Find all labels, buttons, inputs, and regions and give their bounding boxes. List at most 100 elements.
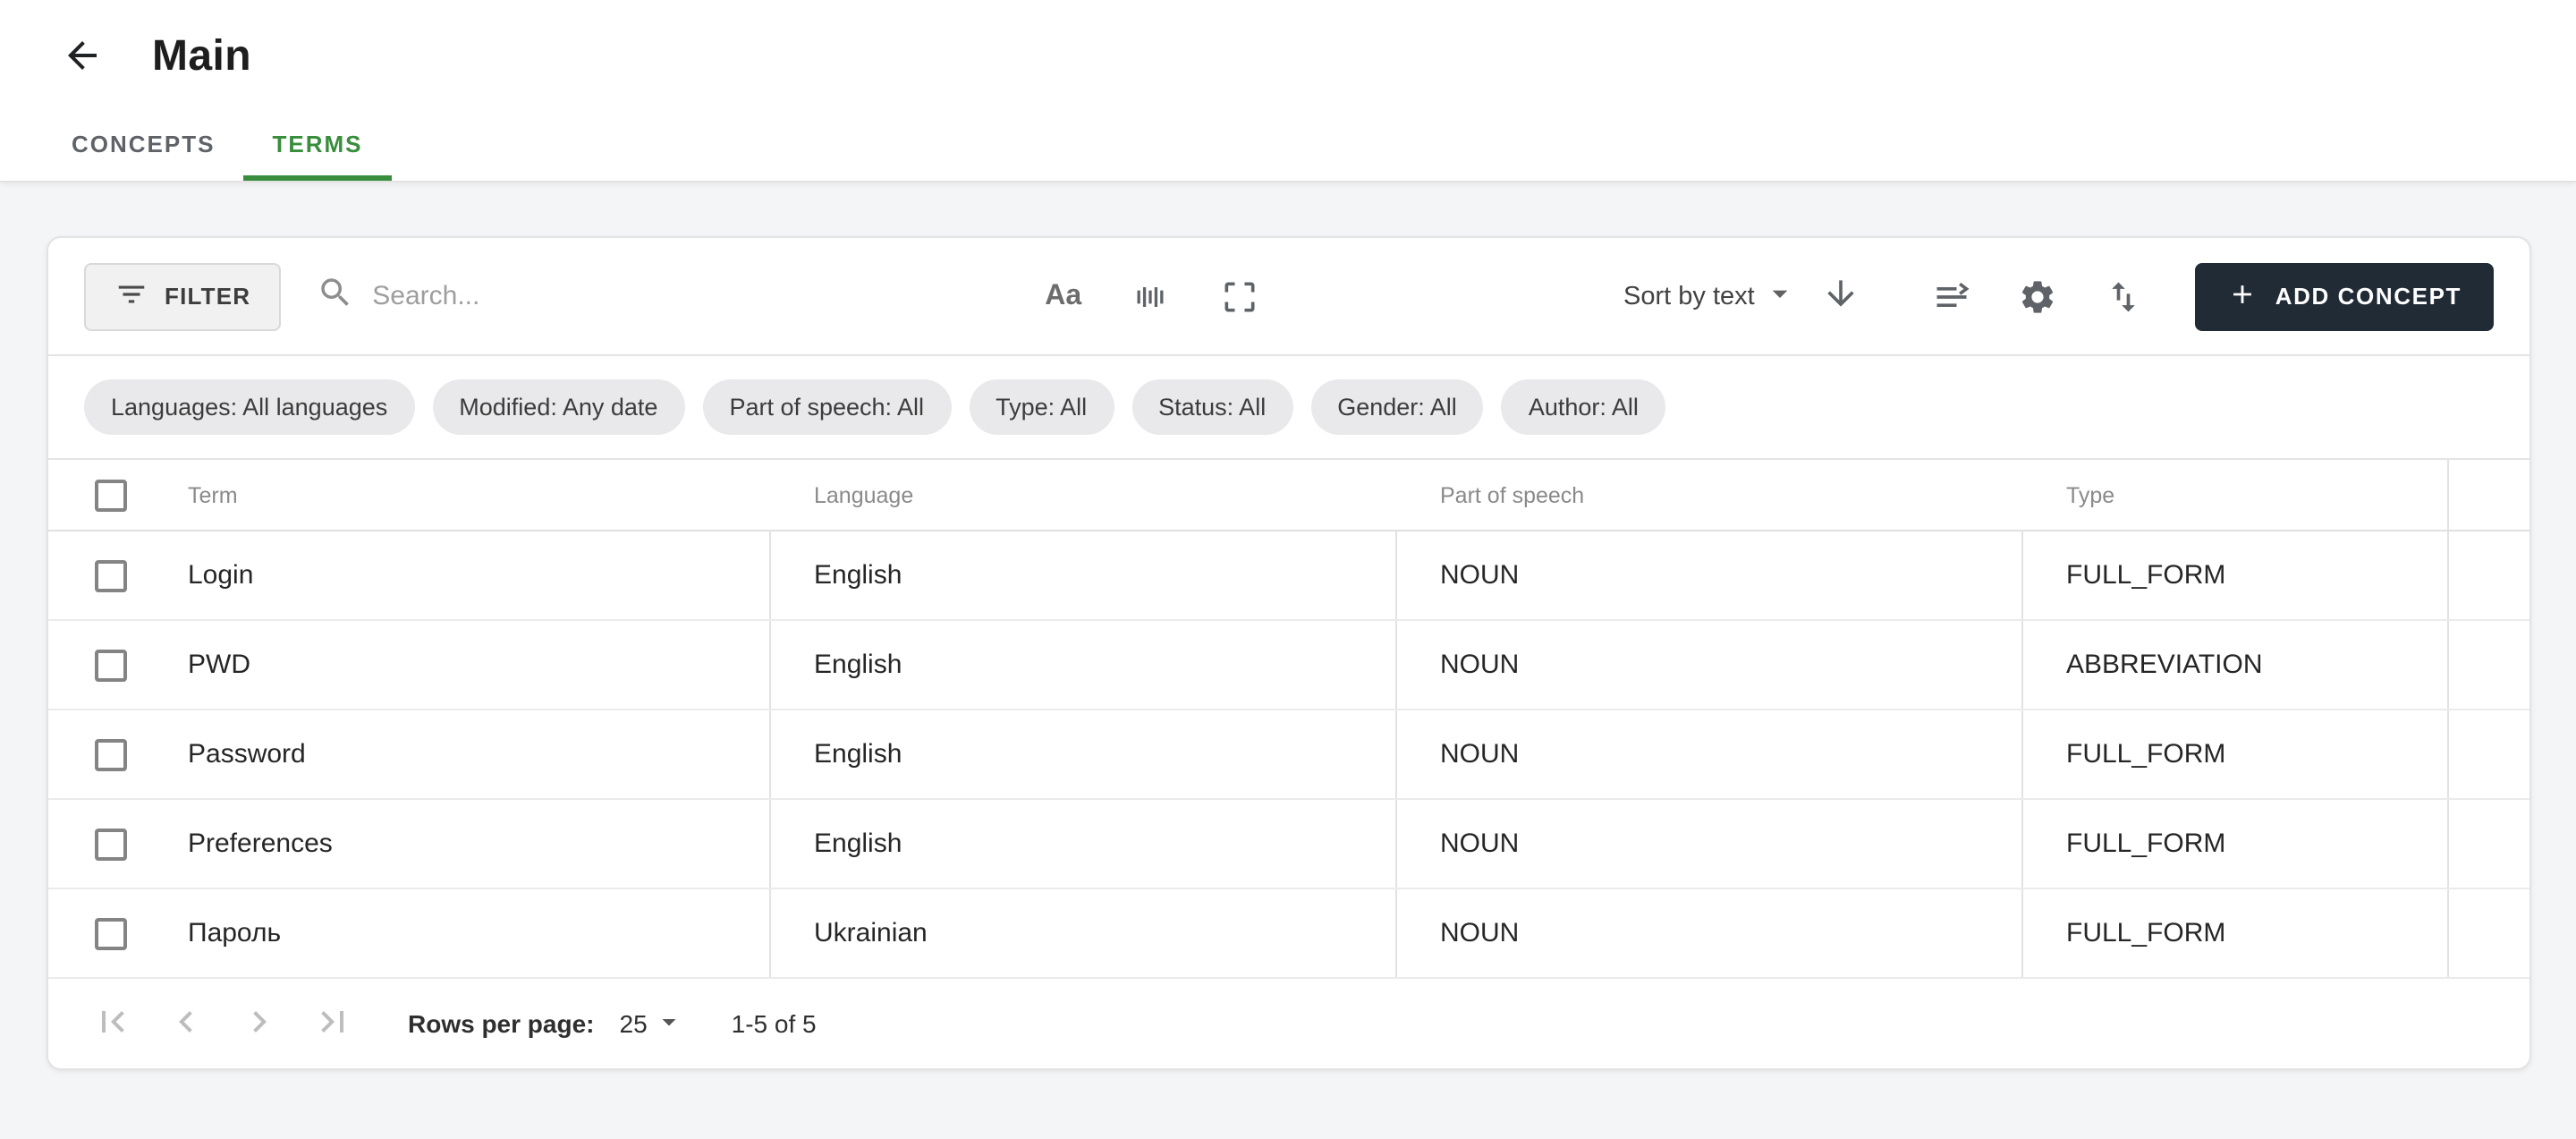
chevron-right-icon: [238, 999, 281, 1048]
table-row[interactable]: ПарольUkrainianNOUNFULL_FORM: [48, 889, 2529, 979]
cell-empty: [2449, 889, 2529, 977]
cell-type: FULL_FORM: [2023, 710, 2449, 798]
tab-bar: CONCEPTS TERMS: [43, 111, 2576, 181]
header-cell-language: Language: [771, 460, 1397, 530]
cell-language: English: [771, 710, 1397, 798]
filter-chip[interactable]: Status: All: [1131, 379, 1292, 435]
cell-language: English: [771, 800, 1397, 888]
column-header: Term: [188, 482, 238, 507]
cell-term: Login: [48, 531, 771, 619]
add-concept-button[interactable]: ADD CONCEPT: [2195, 262, 2494, 330]
table-row[interactable]: LoginEnglishNOUNFULL_FORM: [48, 531, 2529, 621]
cell-language: English: [771, 621, 1397, 709]
row-checkbox[interactable]: [95, 917, 127, 949]
last-page-button[interactable]: [311, 1002, 354, 1045]
cell-type: ABBREVIATION: [2023, 621, 2449, 709]
cell-empty: [2449, 800, 2529, 888]
table-row[interactable]: PWDEnglishNOUNABBREVIATION: [48, 621, 2529, 710]
cell-term: Пароль: [48, 889, 771, 977]
table-row[interactable]: PreferencesEnglishNOUNFULL_FORM: [48, 800, 2529, 889]
header-cell-empty: [2449, 460, 2529, 530]
app-window: Main CONCEPTS TERMS FILTER: [0, 0, 2576, 1139]
cell-language: Ukrainian: [771, 889, 1397, 977]
cell-part-of-speech: NOUN: [1397, 710, 2023, 798]
filter-chip[interactable]: Languages: All languages: [84, 379, 414, 435]
match-case-icon[interactable]: Aa: [1045, 280, 1081, 312]
previous-page-button[interactable]: [165, 1002, 208, 1045]
sort-by-select[interactable]: Sort by text: [1623, 275, 1798, 318]
table-header-row: Term Language Part of speech Type: [48, 460, 2529, 531]
search-icon: [317, 273, 354, 319]
column-header: Language: [814, 482, 913, 507]
filter-chips: Languages: All languages Modified: Any da…: [48, 356, 2529, 460]
filter-chip[interactable]: Type: All: [969, 379, 1114, 435]
caret-down-icon: [1762, 275, 1798, 318]
page-header: Main CONCEPTS TERMS: [0, 0, 2576, 183]
filter-chip[interactable]: Modified: Any date: [432, 379, 684, 435]
tab-terms[interactable]: TERMS: [243, 111, 391, 181]
crop-frame-icon[interactable]: [1217, 275, 1260, 318]
sort-by-label: Sort by text: [1623, 282, 1755, 310]
rows-per-page-label: Rows per page:: [408, 1009, 595, 1038]
cell-type: FULL_FORM: [2023, 889, 2449, 977]
filter-chip[interactable]: Part of speech: All: [702, 379, 951, 435]
cell-part-of-speech: NOUN: [1397, 800, 2023, 888]
column-header: Part of speech: [1440, 482, 1584, 507]
select-all-checkbox[interactable]: [95, 479, 127, 511]
page-title: Main: [152, 32, 251, 82]
plus-icon: [2227, 278, 2258, 314]
cell-term: PWD: [48, 621, 771, 709]
terms-panel: FILTER Aa: [47, 236, 2531, 1070]
rows-per-page-select[interactable]: 25: [620, 1005, 685, 1042]
rows-per-page-value: 25: [620, 1009, 648, 1038]
arrow-down-icon: [1821, 274, 1860, 319]
tab-concepts[interactable]: CONCEPTS: [43, 111, 243, 181]
back-button[interactable]: [59, 34, 106, 81]
search-input[interactable]: [372, 281, 891, 311]
cell-part-of-speech: NOUN: [1397, 889, 2023, 977]
arrow-back-icon: [61, 33, 104, 81]
header-cell-term: Term: [48, 460, 771, 530]
table-row[interactable]: PasswordEnglishNOUNFULL_FORM: [48, 710, 2529, 800]
first-page-button[interactable]: [91, 1002, 134, 1045]
cell-language: English: [771, 531, 1397, 619]
row-checkbox[interactable]: [95, 828, 127, 860]
cell-term: Preferences: [48, 800, 771, 888]
row-checkbox[interactable]: [95, 649, 127, 681]
first-page-icon: [91, 999, 134, 1048]
pagination-range: 1-5 of 5: [732, 1009, 817, 1038]
import-export-icon[interactable]: [2102, 275, 2145, 318]
cell-empty: [2449, 621, 2529, 709]
gear-icon[interactable]: [2016, 275, 2059, 318]
caret-down-icon: [653, 1005, 685, 1042]
page-content: FILTER Aa: [0, 183, 2576, 1070]
cell-term: Password: [48, 710, 771, 798]
cell-type: FULL_FORM: [2023, 800, 2449, 888]
filter-chip[interactable]: Author: All: [1502, 379, 1665, 435]
text-lines-icon[interactable]: [1930, 275, 1973, 318]
cell-empty: [2449, 531, 2529, 619]
search-option-icons: Aa: [1045, 275, 1260, 318]
column-header: Type: [2066, 482, 2114, 507]
search-box: [317, 273, 891, 319]
sort-direction-button[interactable]: [1819, 275, 1862, 318]
barcode-icon[interactable]: [1128, 275, 1171, 318]
filter-button-label: FILTER: [165, 283, 250, 310]
header-cell-part-of-speech: Part of speech: [1397, 460, 2023, 530]
table-footer: Rows per page: 25 1-5 of 5: [48, 979, 2529, 1068]
terms-table: Term Language Part of speech Type LoginE…: [48, 460, 2529, 979]
header-cell-type: Type: [2023, 460, 2449, 530]
filter-button[interactable]: FILTER: [84, 262, 281, 330]
cell-part-of-speech: NOUN: [1397, 621, 2023, 709]
filter-list-icon: [114, 276, 148, 316]
cell-part-of-speech: NOUN: [1397, 531, 2023, 619]
next-page-button[interactable]: [238, 1002, 281, 1045]
row-checkbox[interactable]: [95, 738, 127, 770]
row-checkbox[interactable]: [95, 559, 127, 591]
chevron-left-icon: [165, 999, 208, 1048]
toolbar: FILTER Aa: [48, 238, 2529, 356]
last-page-icon: [311, 999, 354, 1048]
cell-empty: [2449, 710, 2529, 798]
filter-chip[interactable]: Gender: All: [1310, 379, 1484, 435]
cell-type: FULL_FORM: [2023, 531, 2449, 619]
